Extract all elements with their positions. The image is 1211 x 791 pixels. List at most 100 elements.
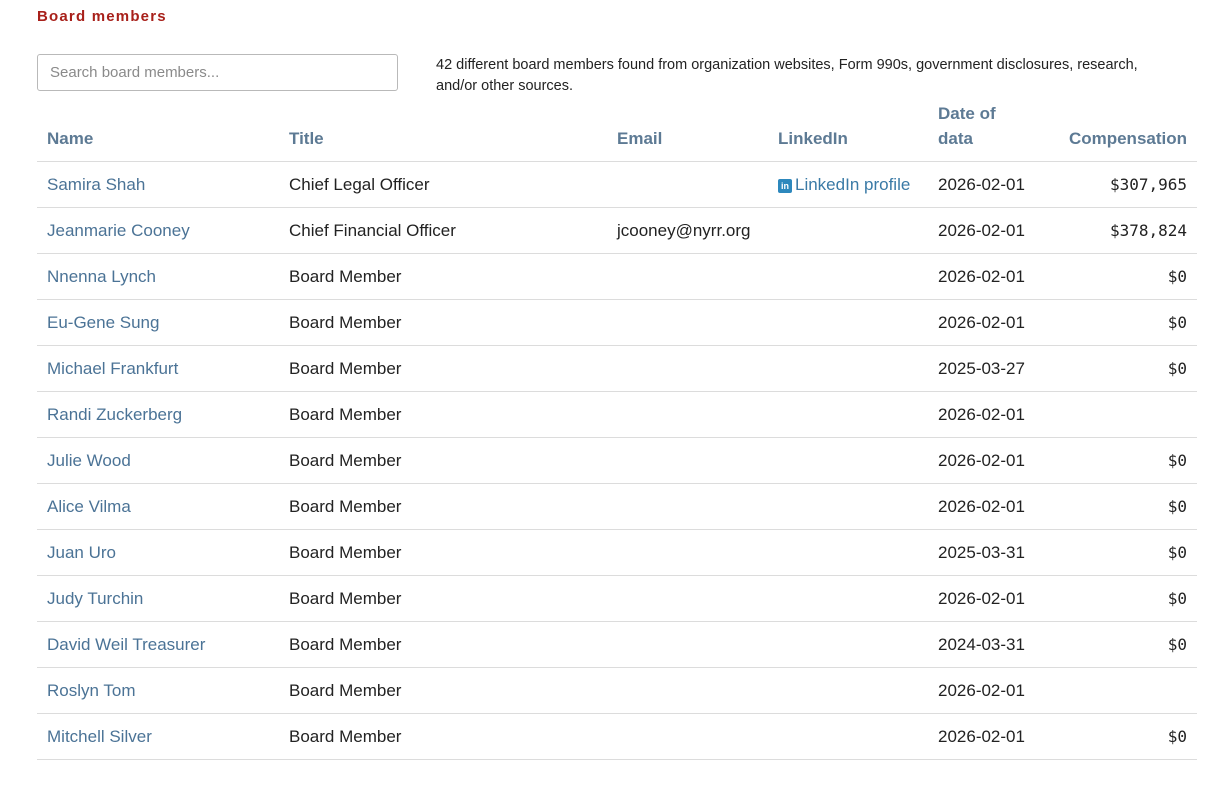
section-title: Board members (37, 8, 167, 25)
results-description: 42 different board members found from or… (436, 57, 1138, 94)
data-date: 2024-03-31 (928, 621, 1042, 668)
member-name-link[interactable]: Julie Wood (37, 437, 279, 484)
data-date: 2026-02-01 (928, 207, 1042, 254)
table-header-row: Name Title Email LinkedIn Date of data Co… (37, 101, 1197, 162)
member-compensation: $0 (1042, 621, 1197, 668)
linkedin-link-label: LinkedIn profile (795, 175, 911, 194)
member-title: Board Member (279, 299, 607, 346)
board-members-table: Name Title Email LinkedIn Date of data Co… (37, 101, 1197, 760)
data-date: 2026-02-01 (928, 713, 1042, 760)
table-row: Jeanmarie Cooney Chief Financial Officer j… (37, 207, 1197, 254)
member-email (607, 437, 768, 484)
member-name-link[interactable]: Alice Vilma (37, 483, 279, 530)
member-compensation: $0 (1042, 299, 1197, 346)
member-email (607, 529, 768, 576)
data-date: 2025-03-27 (928, 345, 1042, 392)
member-title: Board Member (279, 253, 607, 300)
data-date: 2026-02-01 (928, 253, 1042, 300)
member-linkedin (768, 621, 928, 668)
member-compensation: $378,824 (1042, 207, 1197, 254)
data-date: 2026-02-01 (928, 667, 1042, 714)
table-row: Michael Frankfurt Board Member 2025-03-27 $… (37, 345, 1197, 392)
member-title: Board Member (279, 621, 607, 668)
member-linkedin (768, 299, 928, 346)
data-date: 2026-02-01 (928, 575, 1042, 622)
member-title: Board Member (279, 437, 607, 484)
member-compensation: $0 (1042, 713, 1197, 760)
member-linkedin: in LinkedIn profile (768, 161, 928, 208)
member-linkedin (768, 345, 928, 392)
member-compensation (1042, 667, 1197, 714)
member-email (607, 483, 768, 530)
member-email (607, 621, 768, 668)
table-row: Julie Wood Board Member 2026-02-01 $0 (37, 437, 1197, 484)
member-name-link[interactable]: Juan Uro (37, 529, 279, 576)
member-linkedin (768, 391, 928, 438)
table-row: Eu-Gene Sung Board Member 2026-02-01 $0 (37, 299, 1197, 346)
member-linkedin (768, 713, 928, 760)
column-header-email[interactable]: Email (607, 101, 768, 162)
member-email (607, 575, 768, 622)
column-header-date[interactable]: Date of data (928, 101, 1042, 162)
member-title: Board Member (279, 483, 607, 530)
member-title: Board Member (279, 713, 607, 760)
member-email (607, 253, 768, 300)
member-title: Board Member (279, 529, 607, 576)
member-name-link[interactable]: Eu-Gene Sung (37, 299, 279, 346)
column-header-date-line1: Date of (938, 104, 996, 123)
table-row: Randi Zuckerberg Board Member 2026-02-01 (37, 391, 1197, 438)
member-email (607, 161, 768, 208)
member-email (607, 713, 768, 760)
member-name-link[interactable]: Nnenna Lynch (37, 253, 279, 300)
member-name-link[interactable]: Roslyn Tom (37, 667, 279, 714)
member-linkedin (768, 575, 928, 622)
member-linkedin (768, 667, 928, 714)
column-header-linkedin[interactable]: LinkedIn (768, 101, 928, 162)
member-title: Chief Financial Officer (279, 207, 607, 254)
member-title: Board Member (279, 345, 607, 392)
member-title: Board Member (279, 575, 607, 622)
member-compensation (1042, 391, 1197, 438)
member-title: Chief Legal Officer (279, 161, 607, 208)
table-row: Nnenna Lynch Board Member 2026-02-01 $0 (37, 253, 1197, 300)
member-compensation: $0 (1042, 529, 1197, 576)
member-name-link[interactable]: Mitchell Silver (37, 713, 279, 760)
data-date: 2026-02-01 (928, 391, 1042, 438)
member-name-link[interactable]: Samira Shah (37, 161, 279, 208)
column-header-date-line2: data (938, 129, 973, 148)
data-date: 2026-02-01 (928, 437, 1042, 484)
member-linkedin (768, 253, 928, 300)
data-date: 2026-02-01 (928, 299, 1042, 346)
member-name-link[interactable]: Michael Frankfurt (37, 345, 279, 392)
column-header-compensation[interactable]: Compensation (1042, 101, 1197, 162)
member-linkedin (768, 207, 928, 254)
member-name-link[interactable]: David Weil Treasurer (37, 621, 279, 668)
member-email (607, 667, 768, 714)
member-compensation: $0 (1042, 253, 1197, 300)
member-compensation: $0 (1042, 483, 1197, 530)
table-row: Judy Turchin Board Member 2026-02-01 $0 (37, 575, 1197, 622)
table-row: David Weil Treasurer Board Member 2024-03-… (37, 621, 1197, 668)
member-compensation: $0 (1042, 575, 1197, 622)
table-row: Mitchell Silver Board Member 2026-02-01 $0 (37, 713, 1197, 760)
table-row: Roslyn Tom Board Member 2026-02-01 (37, 667, 1197, 714)
data-date: 2026-02-01 (928, 161, 1042, 208)
column-header-name[interactable]: Name (37, 101, 279, 162)
linkedin-profile-link[interactable]: in LinkedIn profile (778, 175, 910, 194)
column-header-title[interactable]: Title (279, 101, 607, 162)
member-email (607, 345, 768, 392)
member-compensation: $0 (1042, 345, 1197, 392)
member-name-link[interactable]: Judy Turchin (37, 575, 279, 622)
member-compensation: $307,965 (1042, 161, 1197, 208)
member-email: jcooney@nyrr.org (607, 207, 768, 254)
member-email (607, 299, 768, 346)
member-linkedin (768, 437, 928, 484)
table-row: Alice Vilma Board Member 2026-02-01 $0 (37, 483, 1197, 530)
member-name-link[interactable]: Jeanmarie Cooney (37, 207, 279, 254)
search-input[interactable] (37, 54, 398, 91)
table-row: Samira Shah Chief Legal Officer in LinkedIn… (37, 161, 1197, 208)
member-linkedin (768, 483, 928, 530)
data-date: 2025-03-31 (928, 529, 1042, 576)
linkedin-icon: in (778, 179, 792, 193)
member-name-link[interactable]: Randi Zuckerberg (37, 391, 279, 438)
